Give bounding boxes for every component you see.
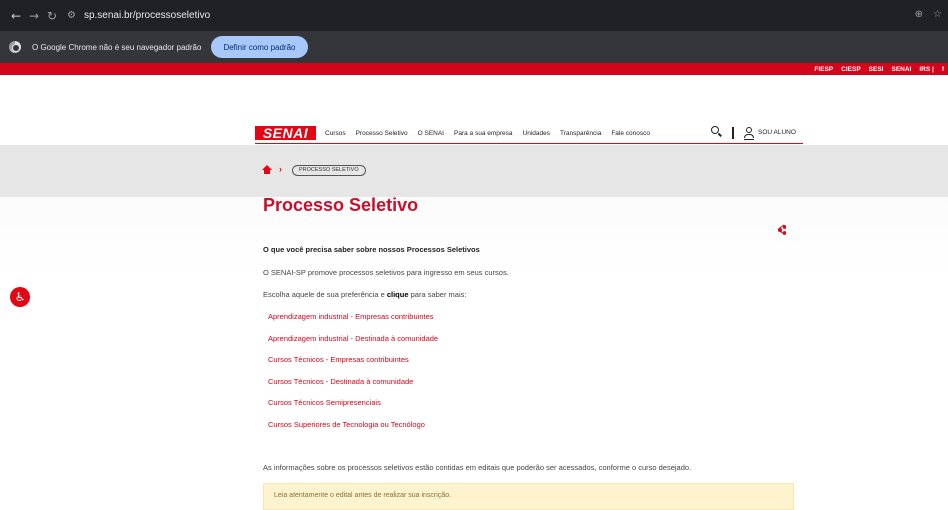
link-superiores-tecnologia[interactable]: Cursos Superiores de Tecnologia ou Tecnó… bbox=[268, 420, 425, 429]
page-title: Processo Seletivo bbox=[263, 195, 419, 215]
sou-aluno-link[interactable]: SOU ALUNO bbox=[758, 129, 796, 136]
section-subtitle: O que você precisa saber sobre nossos Pr… bbox=[263, 245, 480, 254]
link-senai[interactable]: SENAI bbox=[891, 66, 911, 73]
choose-text-post: para saber mais: bbox=[408, 290, 467, 299]
accessibility-icon[interactable]: ♿ bbox=[10, 287, 30, 307]
chrome-icon bbox=[9, 41, 21, 53]
notice-text: Leia atentamente o edital antes de reali… bbox=[274, 492, 452, 499]
user-icon[interactable] bbox=[744, 127, 754, 138]
institutional-bar: FIESP CIESP SESI SENAI IRS | f bbox=[0, 63, 948, 75]
nav-transparencia[interactable]: Transparência bbox=[560, 130, 601, 137]
nav-underline bbox=[255, 143, 803, 144]
link-irs[interactable]: IRS | bbox=[919, 66, 933, 73]
choose-text: Escolha aquele de sua preferência e cliq… bbox=[263, 290, 466, 299]
info-text: As informações sobre os processos seleti… bbox=[263, 463, 692, 472]
zoom-icon[interactable]: ⊕ bbox=[915, 9, 923, 20]
intro-text: O SENAI-SP promove processos seletivos p… bbox=[263, 268, 509, 277]
institutional-links: FIESP CIESP SESI SENAI IRS | f bbox=[814, 63, 944, 75]
link-tecnicos-semipresenciais[interactable]: Cursos Técnicos Semipresenciais bbox=[268, 398, 381, 407]
nav-divider bbox=[732, 127, 734, 139]
link-fiesp[interactable]: FIESP bbox=[814, 66, 833, 73]
facebook-icon[interactable]: f bbox=[942, 66, 944, 73]
link-sesi[interactable]: SESI bbox=[869, 66, 884, 73]
browser-toolbar: ← → ↻ ⚙ sp.senai.br/processoseletivo ⊕ ☆ bbox=[0, 0, 948, 31]
main-nav: Cursos Processo Seletivo O SENAI Para a … bbox=[325, 130, 660, 137]
forward-icon[interactable]: → bbox=[25, 9, 43, 23]
home-icon[interactable] bbox=[262, 165, 272, 175]
nav-processo-seletivo[interactable]: Processo Seletivo bbox=[356, 130, 408, 137]
link-ciesp[interactable]: CIESP bbox=[841, 66, 861, 73]
default-browser-infobar: O Google Chrome não é seu navegador padr… bbox=[0, 31, 948, 63]
link-aprendizagem-empresas[interactable]: Aprendizagem industrial - Empresas contr… bbox=[268, 312, 434, 321]
url-text[interactable]: sp.senai.br/processoseletivo bbox=[84, 10, 210, 21]
address-bar[interactable]: ⚙ sp.senai.br/processoseletivo bbox=[67, 6, 210, 26]
nav-cursos[interactable]: Cursos bbox=[325, 130, 346, 137]
chevron-right-icon: › bbox=[279, 164, 282, 174]
share-icon[interactable] bbox=[778, 224, 786, 235]
search-icon[interactable] bbox=[711, 126, 722, 137]
back-icon[interactable]: ← bbox=[7, 9, 25, 23]
senai-logo-mark[interactable]: SENAI bbox=[255, 126, 316, 140]
set-default-button[interactable]: Definir como padrão bbox=[211, 36, 308, 58]
nav-fale-conosco[interactable]: Fale conosco bbox=[611, 130, 650, 137]
user-icon-underline bbox=[744, 139, 754, 140]
nav-o-senai[interactable]: O SENAI bbox=[418, 130, 444, 137]
bookmark-star-icon[interactable]: ☆ bbox=[933, 9, 942, 20]
nav-unidades[interactable]: Unidades bbox=[523, 130, 550, 137]
notice-box: Leia atentamente o edital antes de reali… bbox=[263, 483, 794, 510]
reload-icon[interactable]: ↻ bbox=[43, 9, 61, 23]
link-aprendizagem-comunidade[interactable]: Aprendizagem industrial - Destinada à co… bbox=[268, 334, 438, 343]
link-tecnicos-empresas[interactable]: Cursos Técnicos - Empresas contribuintes bbox=[268, 355, 409, 364]
infobar-message: O Google Chrome não é seu navegador padr… bbox=[32, 42, 202, 52]
breadcrumb-current: PROCESSO SELETIVO bbox=[292, 165, 366, 176]
toolbar-right: ⊕ ☆ bbox=[915, 9, 942, 20]
choose-text-pre: Escolha aquele de sua preferência e bbox=[263, 290, 387, 299]
nav-para-sua-empresa[interactable]: Para a sua empresa bbox=[454, 130, 513, 137]
link-tecnicos-comunidade[interactable]: Cursos Técnicos - Destinada à comunidade bbox=[268, 377, 413, 386]
breadcrumb: › PROCESSO SELETIVO bbox=[0, 145, 948, 197]
choose-text-bold: clique bbox=[386, 290, 409, 299]
site-info-icon[interactable]: ⚙ bbox=[67, 10, 76, 21]
